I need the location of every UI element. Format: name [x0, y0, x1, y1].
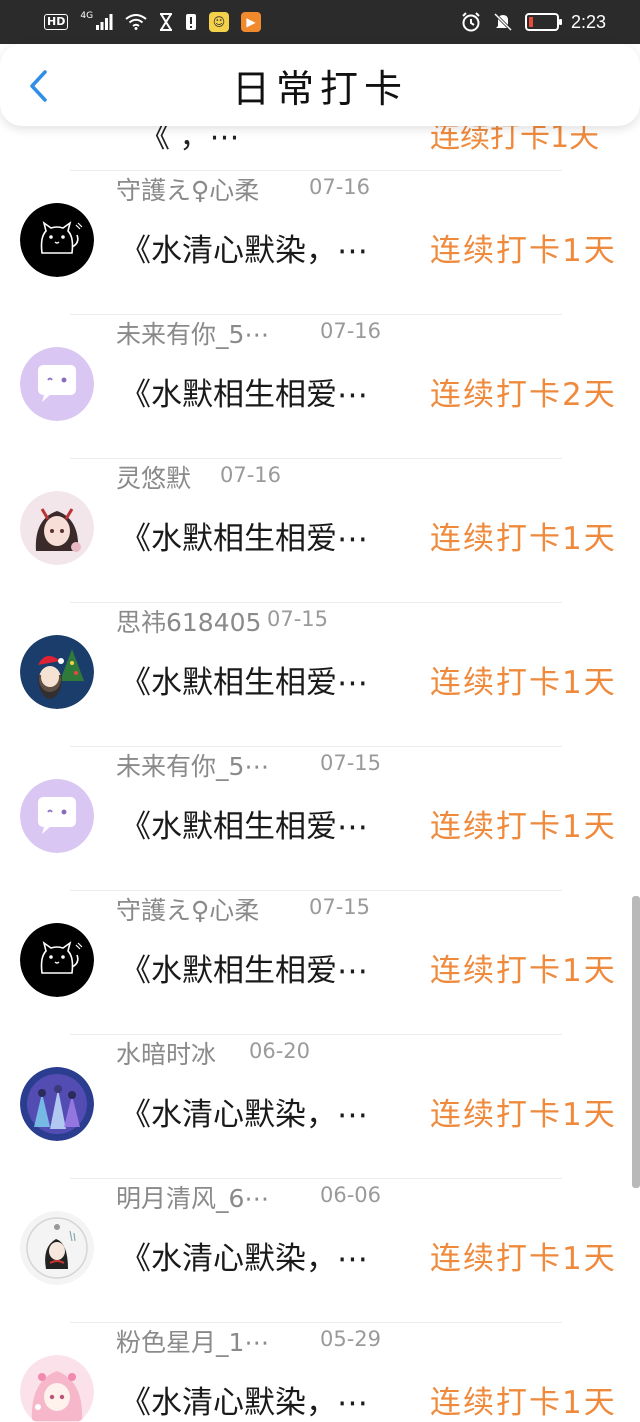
item-meta: 守護え♀心柔: [116, 173, 259, 205]
item-meta: 思祎618405: [116, 605, 261, 637]
avatar[interactable]: [20, 1211, 94, 1285]
username[interactable]: 明月清风_6⋯: [116, 1179, 269, 1215]
avatar[interactable]: [20, 923, 94, 997]
streak-label: 连续打卡1天: [430, 233, 617, 269]
back-arrow-icon: [30, 70, 47, 102]
checkin-list[interactable]: 《 ，⋯ 连续打卡1天 守護え♀心柔 07-16 《水清心默染，⋯ 连续打卡1天 未来有…: [0, 126, 640, 1422]
status-bar: HD 4G ☺ ▶ 2:23: [0, 0, 640, 44]
checkin-date: 07-15: [320, 751, 382, 775]
header: 日常打卡: [0, 44, 640, 126]
streak-label: 连续打卡1天: [430, 126, 600, 155]
checkin-date: 07-16: [309, 175, 371, 199]
avatar[interactable]: [20, 491, 94, 565]
checkin-content[interactable]: 《水清心默染，⋯: [120, 1233, 368, 1278]
streak-label: 连续打卡2天: [430, 377, 617, 413]
checkin-content[interactable]: 《水清心默染，⋯: [120, 1089, 368, 1134]
list-item[interactable]: 明月清风_6⋯ 06-06 《水清心默染，⋯ 连续打卡1天: [0, 1179, 640, 1323]
status-bar-right: 2:23: [461, 12, 606, 33]
username[interactable]: 思祎618405: [116, 603, 261, 639]
wifi-icon: [125, 14, 147, 30]
network-type: 4G: [80, 11, 94, 21]
back-button[interactable]: [18, 64, 58, 108]
streak-label: 连续打卡1天: [430, 809, 617, 845]
avatar[interactable]: [20, 347, 94, 421]
checkin-date: 07-15: [267, 607, 329, 631]
username[interactable]: 未来有你_5⋯: [116, 315, 269, 351]
status-bar-left: HD 4G ☺ ▶: [44, 11, 262, 32]
checkin-content[interactable]: 《水默相生相爱⋯: [120, 945, 368, 990]
battery-icon: [524, 13, 562, 31]
checkin-content[interactable]: 《水默相生相爱⋯: [120, 369, 368, 414]
list-item[interactable]: 灵悠默 07-16 《水默相生相爱⋯ 连续打卡1天: [0, 459, 640, 603]
item-meta: 未来有你_5⋯: [116, 317, 269, 349]
streak-label: 连续打卡1天: [430, 953, 617, 989]
avatar[interactable]: [20, 1355, 94, 1422]
avatar[interactable]: [20, 203, 94, 277]
streak-label: 连续打卡1天: [430, 1241, 617, 1277]
avatar[interactable]: [20, 779, 94, 853]
list-item[interactable]: 守護え♀心柔 07-15 《水默相生相爱⋯ 连续打卡1天: [0, 891, 640, 1035]
avatar[interactable]: [20, 1067, 94, 1141]
username[interactable]: 未来有你_5⋯: [116, 747, 269, 783]
checkin-date: 07-16: [220, 463, 282, 487]
signal-icon: [95, 14, 113, 30]
checkin-content[interactable]: 《水默相生相爱⋯: [120, 513, 368, 558]
checkin-content[interactable]: 《水默相生相爱⋯: [120, 657, 368, 702]
list-item[interactable]: 守護え♀心柔 07-16 《水清心默染，⋯ 连续打卡1天: [0, 171, 640, 315]
list-item[interactable]: 思祎618405 07-15 《水默相生相爱⋯ 连续打卡1天: [0, 603, 640, 747]
list-item[interactable]: 未来有你_5⋯ 07-15 《水默相生相爱⋯ 连续打卡1天: [0, 747, 640, 891]
video-app-icon: ▶: [241, 12, 262, 32]
item-meta: 未来有你_5⋯: [116, 749, 269, 781]
checkin-date: 06-06: [320, 1183, 382, 1207]
sim-alert-icon: [185, 13, 197, 31]
item-meta: 灵悠默: [116, 461, 191, 493]
username[interactable]: 守護え♀心柔: [116, 891, 259, 927]
list-item[interactable]: 水暗时冰 06-20 《水清心默染，⋯ 连续打卡1天: [0, 1035, 640, 1179]
checkin-content[interactable]: 《水清心默染，⋯: [120, 1377, 368, 1422]
list-item[interactable]: 未来有你_5⋯ 07-16 《水默相生相爱⋯ 连续打卡2天: [0, 315, 640, 459]
streak-label: 连续打卡1天: [430, 1097, 617, 1133]
list-item[interactable]: 粉色星月_1⋯ 05-29 《水清心默染，⋯ 连续打卡1天: [0, 1323, 640, 1422]
checkin-date: 07-16: [320, 319, 382, 343]
checkin-date: 06-20: [249, 1039, 311, 1063]
username[interactable]: 水暗时冰: [116, 1035, 216, 1071]
mute-bell-icon: [493, 12, 513, 32]
page-title: 日常打卡: [231, 66, 408, 111]
item-meta: 明月清风_6⋯: [116, 1181, 269, 1213]
username[interactable]: 守護え♀心柔: [116, 171, 259, 207]
scrollbar[interactable]: [632, 896, 640, 1188]
streak-label: 连续打卡1天: [430, 521, 617, 557]
checkin-content[interactable]: 《水默相生相爱⋯: [120, 801, 368, 846]
alarm-icon: [461, 12, 481, 32]
checkin-content[interactable]: 《水清心默染，⋯: [120, 225, 368, 270]
hourglass-icon: [159, 13, 173, 31]
streak-label: 连续打卡1天: [430, 1385, 617, 1421]
item-meta: 水暗时冰: [116, 1037, 216, 1069]
app-notification-icon: ☺: [209, 12, 230, 32]
item-meta: 守護え♀心柔: [116, 893, 259, 925]
checkin-content: 《 ，⋯: [140, 126, 240, 155]
hd-icon: HD: [44, 14, 69, 30]
checkin-date: 07-15: [309, 895, 371, 919]
clock-time: 2:23: [570, 11, 606, 32]
item-meta: 粉色星月_1⋯: [116, 1325, 269, 1357]
checkin-date: 05-29: [320, 1327, 382, 1351]
streak-label: 连续打卡1天: [430, 665, 617, 701]
username[interactable]: 粉色星月_1⋯: [116, 1323, 269, 1359]
avatar[interactable]: [20, 635, 94, 709]
username[interactable]: 灵悠默: [116, 459, 191, 495]
list-item-partial[interactable]: 《 ，⋯ 连续打卡1天: [0, 126, 640, 171]
